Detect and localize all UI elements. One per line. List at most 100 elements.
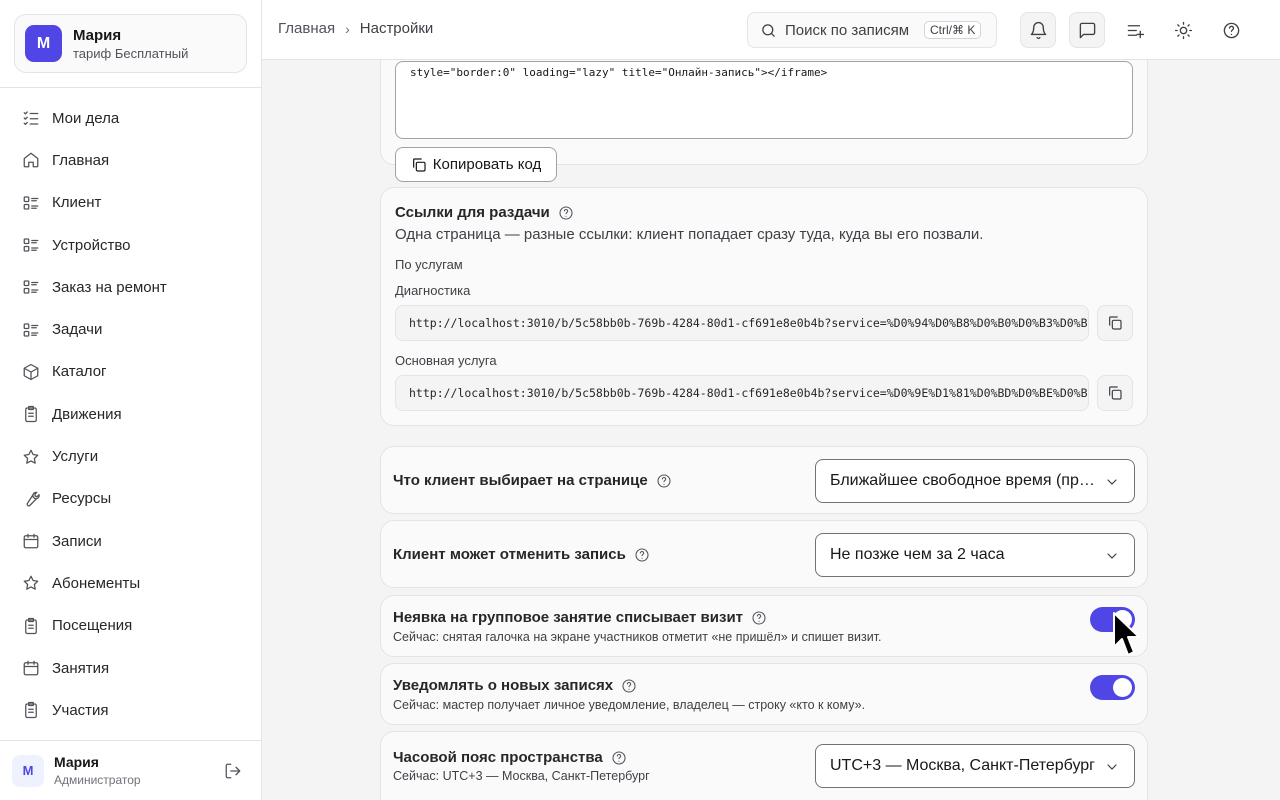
client-choice-select[interactable]: Ближайшее свободное время (предпочтитель… <box>815 459 1135 503</box>
sidebar-item-label: Услуги <box>52 448 99 466</box>
mouse-cursor-icon <box>1113 612 1140 656</box>
clipboard-icon <box>25 617 37 634</box>
star-icon <box>23 576 39 591</box>
account-name: Мария <box>73 26 122 44</box>
timezone-hint: Сейчас: UTC+3 — Москва, Санкт-Петербург <box>393 769 650 783</box>
sidebar-item-label: Клиент <box>52 194 102 212</box>
sidebar-item-services[interactable]: Услуги <box>0 435 261 477</box>
list-icon <box>23 280 39 294</box>
calendar-icon <box>23 660 39 676</box>
link-label-diagnostics: Диагностика <box>395 283 471 298</box>
notifications-button[interactable] <box>1020 12 1056 48</box>
search-icon <box>762 23 775 37</box>
sidebar-item-label: Абонементы <box>52 574 141 592</box>
client-choice-row: Что клиент выбирает на странице Ближайше… <box>380 446 1148 514</box>
share-links-title: Ссылки для раздачи <box>395 204 574 221</box>
sidebar-item-repair-order[interactable]: Заказ на ремонт <box>0 266 261 308</box>
timezone-label: Часовой пояс пространства <box>393 749 627 766</box>
embed-code-line: style="border:0" loading="lazy" title="О… <box>410 66 828 79</box>
timezone-label-text: Часовой пояс пространства <box>393 749 603 766</box>
copy-code-button[interactable]: Копировать код <box>395 147 557 182</box>
account-switcher[interactable]: М Мария тариф Бесплатный <box>14 14 247 73</box>
sidebar-item-classes[interactable]: Занятия <box>0 647 261 689</box>
sidebar-item-label: Ресурсы <box>52 490 112 508</box>
account-names: Мария тариф Бесплатный <box>73 27 188 61</box>
search-shortcut-badge: Ctrl/⌘ K <box>924 21 982 39</box>
user-name: Мария <box>54 754 99 770</box>
logout-button[interactable] <box>224 762 242 780</box>
sidebar-item-home[interactable]: Главная <box>0 139 261 181</box>
noshow-row: Неявка на групповое занятие списывает ви… <box>380 595 1148 657</box>
home-icon <box>23 153 39 168</box>
user-avatar: М <box>12 754 44 787</box>
share-links-title-text: Ссылки для раздачи <box>395 204 550 221</box>
list-icon <box>23 196 39 210</box>
list-icon <box>23 322 39 337</box>
sidebar-item-label: Задачи <box>52 321 103 339</box>
link-label-main-service: Основная услуга <box>395 353 497 368</box>
client-cancel-value: Не позже чем за 2 часа <box>830 546 1005 563</box>
client-cancel-row: Клиент может отменить запись Не позже че… <box>380 520 1148 588</box>
help-circle-icon[interactable] <box>751 610 767 626</box>
copy-icon <box>1109 386 1122 400</box>
sidebar-divider <box>0 87 261 88</box>
help-circle-icon[interactable] <box>558 205 574 221</box>
bell-icon <box>1030 21 1046 39</box>
sidebar-item-label: Главная <box>52 151 110 169</box>
sidebar-item-participations[interactable]: Участия <box>0 689 261 731</box>
embed-code-textarea[interactable]: style="border:0" loading="lazy" title="О… <box>395 61 1133 139</box>
sidebar-item-resources[interactable]: Ресурсы <box>0 478 261 520</box>
sidebar-item-movements[interactable]: Движения <box>0 393 261 435</box>
breadcrumb: Главная › Настройки <box>278 20 433 37</box>
sidebar-item-tasks[interactable]: Задачи <box>0 308 261 350</box>
noshow-label-text: Неявка на групповое занятие списывает ви… <box>393 609 744 626</box>
chevron-down-icon <box>1107 553 1117 559</box>
copy-link-button[interactable] <box>1097 375 1133 411</box>
clipboard-icon <box>25 702 37 719</box>
theme-toggle-button[interactable] <box>1165 12 1201 48</box>
search-box[interactable]: Ctrl/⌘ K <box>747 12 997 48</box>
help-circle-icon[interactable] <box>611 750 627 766</box>
copy-link-button[interactable] <box>1097 305 1133 341</box>
notify-toggle[interactable] <box>1090 675 1135 700</box>
sidebar-item-appointments[interactable]: Записи <box>0 520 261 562</box>
help-button[interactable] <box>1213 12 1249 48</box>
sun-icon <box>1174 21 1192 39</box>
sidebar-item-subscriptions[interactable]: Абонементы <box>0 562 261 604</box>
sidebar-item-label: Заказ на ремонт <box>52 278 167 296</box>
link-url-diagnostics[interactable]: http://localhost:3010/b/5c58bb0b-769b-42… <box>395 305 1089 341</box>
search-input[interactable] <box>785 21 920 39</box>
sidebar-item-label: Посещения <box>52 617 133 635</box>
sidebar-item-label: Занятия <box>52 659 110 677</box>
help-circle-icon[interactable] <box>621 678 637 694</box>
notify-hint: Сейчас: мастер получает личное уведомлен… <box>393 698 866 712</box>
top-header: Главная › Настройки Ctrl/⌘ K <box>262 0 1280 60</box>
sidebar-item-visits[interactable]: Посещения <box>0 605 261 647</box>
help-circle-icon[interactable] <box>634 547 650 563</box>
sidebar-item-label: Записи <box>52 532 102 550</box>
help-circle-icon[interactable] <box>656 473 672 489</box>
sidebar-item-label: Каталог <box>52 363 107 381</box>
user-role: Администратор <box>54 773 141 787</box>
timezone-row: Часовой пояс пространства Сейчас: UTC+3 … <box>380 731 1148 800</box>
breadcrumb-home[interactable]: Главная <box>278 20 335 37</box>
sidebar-item-my-tasks[interactable]: Мои дела <box>0 97 261 139</box>
client-cancel-label: Клиент может отменить запись <box>393 546 650 563</box>
share-links-card: Ссылки для раздачи Одна страница — разны… <box>380 187 1148 426</box>
sidebar-item-label: Мои дела <box>52 109 120 127</box>
user-info: Мария Администратор <box>54 754 141 787</box>
client-choice-value: Ближайшее свободное время (предпочтитель… <box>830 472 1100 489</box>
help-icon <box>1223 22 1239 38</box>
timezone-select[interactable]: UTC+3 — Москва, Санкт-Петербург <box>815 744 1135 788</box>
messages-button[interactable] <box>1069 12 1105 48</box>
sidebar-item-device[interactable]: Устройство <box>0 224 261 266</box>
client-cancel-label-text: Клиент может отменить запись <box>393 546 626 563</box>
user-panel: М Мария Администратор <box>0 740 261 800</box>
sidebar-item-client[interactable]: Клиент <box>0 182 261 224</box>
clipboard-icon <box>25 406 37 423</box>
chevron-down-icon <box>1107 479 1117 485</box>
add-list-button[interactable] <box>1117 12 1153 48</box>
link-url-main-service[interactable]: http://localhost:3010/b/5c58bb0b-769b-42… <box>395 375 1089 411</box>
sidebar-item-catalog[interactable]: Каталог <box>0 351 261 393</box>
client-cancel-select[interactable]: Не позже чем за 2 часа <box>815 533 1135 577</box>
